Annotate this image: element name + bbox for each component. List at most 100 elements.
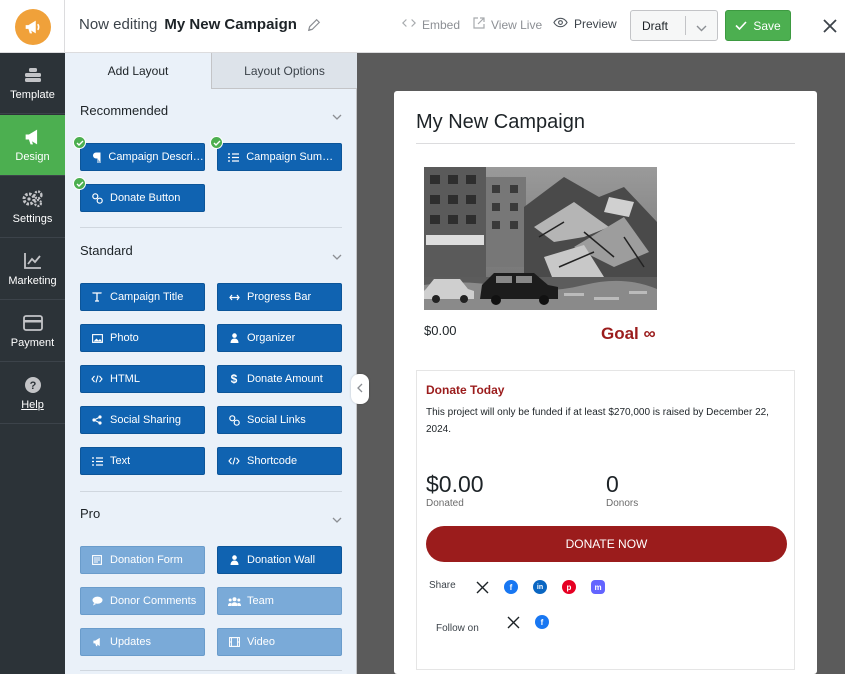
checkmark-circle-icon [73, 177, 86, 190]
sidebar-item-label: Marketing [8, 274, 57, 287]
save-button[interactable]: Save [725, 10, 791, 41]
tab-add-layout[interactable]: Add Layout [65, 53, 211, 89]
section-divider [80, 227, 342, 228]
sidebar-item-label: Template [10, 88, 55, 101]
block-donation-wall[interactable]: Donation Wall [217, 546, 342, 574]
donate-now-button[interactable]: DONATE NOW [426, 526, 787, 562]
svg-text:?: ? [29, 380, 36, 392]
block-label: Donate Amount [247, 373, 323, 385]
block-label: Campaign Title [110, 291, 184, 303]
donors-label: Donors [606, 498, 639, 509]
block-label: HTML [110, 373, 140, 385]
view-live-button[interactable]: View Live [473, 17, 542, 32]
user-icon [227, 555, 241, 565]
top-bar: Now editing My New Campaign Embed View L… [0, 0, 845, 53]
sidebar-item-design[interactable]: Design [0, 115, 65, 176]
block-campaign-summary[interactable]: Campaign Summary [217, 143, 342, 171]
campaign-name: My New Campaign [164, 16, 297, 33]
tab-layout-options[interactable]: Layout Options [211, 53, 357, 89]
x-twitter-icon[interactable] [505, 614, 521, 630]
block-html[interactable]: HTML [80, 365, 205, 393]
checkmark-circle-icon [210, 136, 223, 149]
block-label: Updates [110, 636, 151, 648]
close-icon[interactable] [818, 14, 842, 38]
block-progress-bar[interactable]: Progress Bar [217, 283, 342, 311]
checkmark-circle-icon [73, 136, 86, 149]
linkedin-icon[interactable]: in [532, 579, 548, 595]
left-sidebar: Template Design Settings Marketing Payme… [0, 53, 65, 674]
follow-label: Follow on [436, 623, 479, 634]
donate-description: This project will only be funded if at l… [426, 407, 769, 435]
app-logo[interactable] [0, 0, 65, 53]
section-title-pro[interactable]: Pro [80, 506, 100, 521]
block-donate-button[interactable]: Donate Button [80, 184, 205, 212]
preview-campaign-title[interactable]: My New Campaign [416, 111, 585, 134]
link-icon [90, 192, 104, 204]
block-label: Donor Comments [110, 595, 197, 607]
block-campaign-title[interactable]: Campaign Title [80, 283, 205, 311]
x-twitter-icon[interactable] [474, 579, 490, 595]
sidebar-item-label: Payment [10, 336, 55, 349]
donate-box: Donate Today This project will only be f… [416, 370, 795, 670]
status-select[interactable]: Draft [630, 10, 718, 41]
block-donor-comments[interactable]: Donor Comments [80, 587, 205, 615]
sidebar-item-payment[interactable]: Payment [0, 301, 65, 362]
section-divider [80, 491, 342, 492]
preview-button[interactable]: Preview [553, 17, 617, 31]
campaign-photo[interactable] [424, 167, 657, 310]
view-live-label: View Live [491, 17, 543, 32]
comment-icon [90, 596, 104, 606]
chart-icon [23, 252, 43, 270]
pinterest-icon[interactable]: p [561, 579, 577, 595]
logo-divider [64, 0, 65, 53]
block-label: Campaign Summary [246, 151, 341, 163]
block-label: Social Links [247, 414, 306, 426]
editing-title: Now editing My New Campaign [79, 16, 321, 33]
block-label: Team [247, 595, 274, 607]
help-icon: ? [24, 376, 42, 394]
pencil-icon[interactable] [307, 18, 321, 32]
block-team[interactable]: Team [217, 587, 342, 615]
sidebar-item-label: Settings [12, 212, 53, 225]
block-label: Donation Wall [247, 554, 316, 566]
team-icon [227, 596, 241, 606]
block-text[interactable]: Text [80, 447, 205, 475]
block-campaign-description[interactable]: Campaign Description [80, 143, 205, 171]
section-title-recommended[interactable]: Recommended [80, 103, 168, 118]
section-title-standard[interactable]: Standard [80, 243, 133, 258]
sidebar-item-help[interactable]: ? Help [0, 363, 65, 424]
sidebar-item-template[interactable]: Template [0, 53, 65, 114]
save-label: Save [753, 18, 781, 33]
facebook-icon[interactable]: f [503, 579, 519, 595]
sidebar-item-label: Help [21, 398, 44, 411]
preview-label: Preview [574, 17, 617, 31]
embed-label: Embed [422, 17, 461, 32]
section-divider [80, 670, 342, 671]
block-organizer[interactable]: Organizer [217, 324, 342, 352]
chevron-left-icon [357, 380, 363, 398]
sidebar-item-marketing[interactable]: Marketing [0, 239, 65, 300]
embed-button[interactable]: Embed [402, 17, 460, 32]
block-label: Social Sharing [110, 414, 181, 426]
chevron-down-icon[interactable] [332, 510, 342, 528]
list-icon [227, 152, 240, 162]
collapse-panel-handle[interactable] [351, 374, 369, 404]
block-updates[interactable]: Updates [80, 628, 205, 656]
facebook-icon[interactable]: f [534, 614, 550, 630]
chevron-down-icon[interactable] [332, 107, 342, 125]
block-donate-amount[interactable]: $ Donate Amount [217, 365, 342, 393]
sidebar-item-settings[interactable]: Settings [0, 177, 65, 238]
mastodon-icon[interactable]: m [590, 579, 606, 595]
layout-panel: Add Layout Layout Options Recommended Ca… [65, 53, 357, 674]
chevron-down-icon[interactable] [332, 247, 342, 265]
megaphone-logo-icon [14, 8, 51, 45]
block-photo[interactable]: Photo [80, 324, 205, 352]
block-donation-form[interactable]: Donation Form [80, 546, 205, 574]
user-icon [227, 333, 241, 343]
block-shortcode[interactable]: Shortcode [217, 447, 342, 475]
video-icon [227, 637, 241, 647]
block-social-sharing[interactable]: Social Sharing [80, 406, 205, 434]
block-social-links[interactable]: Social Links [217, 406, 342, 434]
status-select-divider [685, 16, 686, 35]
block-video[interactable]: Video [217, 628, 342, 656]
